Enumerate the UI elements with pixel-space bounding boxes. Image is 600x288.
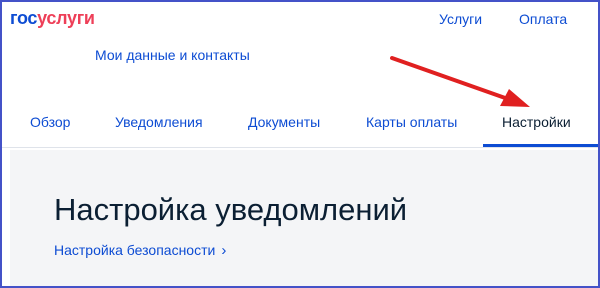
arrow-head [500,89,530,107]
arrow-shaft [390,56,510,101]
red-arrow-annotation [390,56,530,107]
screenshot-frame: госуслуги Услуги Оплата Мои данные и кон… [0,0,600,288]
